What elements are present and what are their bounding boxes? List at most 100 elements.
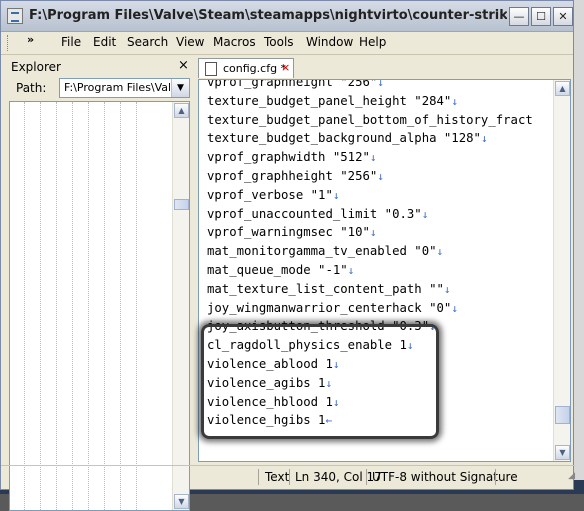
- scroll-down-icon[interactable]: ▼: [174, 494, 189, 509]
- code-text: texture_budget_panel_height "284": [207, 93, 452, 108]
- end-of-line-icon: ↓: [332, 357, 340, 371]
- code-text: mat_queue_mode "-1": [207, 262, 348, 277]
- code-line: vprof_unaccounted_limit "0.3"↓: [207, 205, 533, 224]
- scroll-down-icon[interactable]: ▼: [555, 445, 570, 460]
- code-line: vprof_graphwidth "512"↓: [207, 148, 533, 167]
- code-text: texture_budget_background_alpha "128": [207, 131, 481, 146]
- end-of-line-icon: ↓: [443, 282, 451, 296]
- code-line: mat_queue_mode "-1"↓: [207, 261, 533, 280]
- explorer-close-icon[interactable]: ×: [178, 58, 189, 73]
- maximize-button[interactable]: ☐: [531, 7, 551, 26]
- menu-window[interactable]: Window: [306, 35, 353, 49]
- explorer-panel: Explorer × Path: F:\Program Files\Valve …: [5, 57, 192, 511]
- code-line: violence_agibs 1↓: [207, 374, 533, 393]
- end-of-line-icon: ↓: [332, 395, 340, 409]
- tab-bar: config.cfg * ×: [196, 57, 571, 79]
- minimize-button[interactable]: —: [509, 7, 529, 26]
- code-text: violence_hgibs 1: [207, 413, 326, 428]
- scroll-up-icon[interactable]: ▲: [174, 103, 189, 118]
- code-line: violence_hblood 1↓: [207, 393, 533, 412]
- end-of-line-icon: ↓: [421, 207, 429, 221]
- toolbar-overflow-chevron-icon[interactable]: »: [27, 33, 34, 46]
- status-separator: [258, 469, 259, 485]
- path-label: Path:: [16, 81, 47, 95]
- text-editor[interactable]: vprof_graphheight "256"↓ texture_budget_p…: [198, 79, 571, 462]
- tree-guide-line: [56, 102, 57, 510]
- end-of-line-icon: ↓: [451, 301, 458, 315]
- end-of-line-icon: ↓: [436, 245, 444, 259]
- end-of-line-icon: ↓: [369, 226, 377, 240]
- folder-tree[interactable]: ▲ ▼: [9, 101, 190, 511]
- end-of-line-icon: ↓: [332, 188, 340, 202]
- tree-guide-line: [104, 102, 105, 510]
- end-of-line-icon: ↓: [451, 94, 458, 108]
- code-text: joy_wingmanwarrior_centerhack "0": [207, 300, 452, 315]
- status-mode[interactable]: Text: [265, 470, 289, 484]
- code-text: vprof_graphheight "256": [207, 168, 378, 183]
- end-of-line-icon: ↓: [480, 132, 488, 146]
- tree-guide-line: [72, 102, 73, 510]
- scroll-thumb[interactable]: [555, 406, 570, 424]
- app-icon: [7, 8, 23, 24]
- document-icon: [205, 62, 217, 76]
- code-line: vprof_warningmsec "10"↓: [207, 223, 533, 242]
- code-line: violence_ablood 1↓: [207, 355, 533, 374]
- code-text: cl_ragdoll_physics_enable 1: [207, 338, 407, 353]
- menu-file[interactable]: File: [61, 35, 81, 49]
- end-of-line-icon: ←: [325, 414, 333, 428]
- scroll-thumb[interactable]: [174, 199, 189, 210]
- tree-guide-line: [120, 102, 121, 510]
- explorer-title: Explorer: [11, 60, 61, 74]
- editor-scrollbar[interactable]: ▲ ▼: [553, 80, 570, 461]
- menu-help[interactable]: Help: [359, 35, 386, 49]
- code-line: vprof_verbose "1"↓: [207, 186, 533, 205]
- code-text: vprof_verbose "1": [207, 187, 333, 202]
- tree-guide-line: [88, 102, 89, 510]
- window-title: F:\Program Files\Valve\Steam\steamapps\n…: [29, 8, 507, 23]
- editor-window: F:\Program Files\Valve\Steam\steamapps\n…: [0, 0, 575, 511]
- tab-label: config.cfg *: [223, 62, 287, 75]
- code-text: violence_agibs 1: [207, 375, 326, 390]
- tree-guide-line: [136, 102, 137, 510]
- menu-tools[interactable]: Tools: [264, 35, 294, 49]
- code-line: violence_hgibs 1←: [207, 411, 533, 430]
- end-of-line-icon: ↓: [369, 151, 377, 165]
- code-line: mat_monitorgamma_tv_enabled "0"↓: [207, 242, 533, 261]
- path-value: F:\Program Files\Valve: [64, 81, 170, 94]
- scroll-up-icon[interactable]: ▲: [555, 81, 570, 96]
- path-combobox[interactable]: F:\Program Files\Valve ▼: [59, 78, 190, 98]
- code-text: violence_ablood 1: [207, 356, 333, 371]
- toolbar-grip[interactable]: [7, 35, 11, 51]
- menu-search[interactable]: Search: [127, 35, 168, 49]
- close-button[interactable]: ✕: [553, 7, 573, 26]
- code-text: joy_axisbutton_threshold "0.3": [207, 319, 430, 334]
- code-line: texture_budget_background_alpha "128"↓: [207, 129, 533, 148]
- code-line: cl_ragdoll_physics_enable 1↓: [207, 336, 533, 355]
- panel-splitter[interactable]: [192, 57, 196, 485]
- menu-macros[interactable]: Macros: [213, 35, 256, 49]
- tab-config-cfg[interactable]: config.cfg * ×: [198, 58, 294, 78]
- chevron-down-icon[interactable]: ▼: [171, 79, 189, 97]
- resize-grip-icon[interactable]: ◢: [568, 471, 575, 481]
- code-line: mat_texture_list_content_path ""↓: [207, 280, 533, 299]
- tree-scrollbar[interactable]: ▲ ▼: [172, 102, 189, 510]
- code-text: violence_hblood 1: [207, 394, 333, 409]
- background-window-edge: [574, 0, 584, 494]
- end-of-line-icon: ↓: [325, 376, 333, 390]
- status-cursor-position[interactable]: Ln 340, Col 17: [295, 470, 382, 484]
- status-bar: Text Ln 340, Col 17 UTF-8 without Signat…: [1, 465, 575, 488]
- code-text: vprof_graphheight "256": [207, 79, 378, 89]
- code-lines: vprof_graphheight "256"↓ texture_budget_p…: [207, 79, 533, 430]
- end-of-line-icon: ↓: [377, 79, 384, 89]
- code-line: joy_wingmanwarrior_centerhack "0"↓: [207, 299, 533, 318]
- status-separator: [495, 469, 496, 485]
- tab-close-icon[interactable]: ×: [281, 61, 290, 74]
- code-text: vprof_graphwidth "512": [207, 150, 370, 165]
- end-of-line-icon: ↓: [406, 339, 414, 353]
- menu-view[interactable]: View: [176, 35, 204, 49]
- end-of-line-icon: ↓: [347, 263, 355, 277]
- title-bar[interactable]: F:\Program Files\Valve\Steam\steamapps\n…: [1, 1, 573, 32]
- tree-guide-line: [40, 102, 41, 510]
- menu-edit[interactable]: Edit: [93, 35, 116, 49]
- status-separator: [366, 469, 367, 485]
